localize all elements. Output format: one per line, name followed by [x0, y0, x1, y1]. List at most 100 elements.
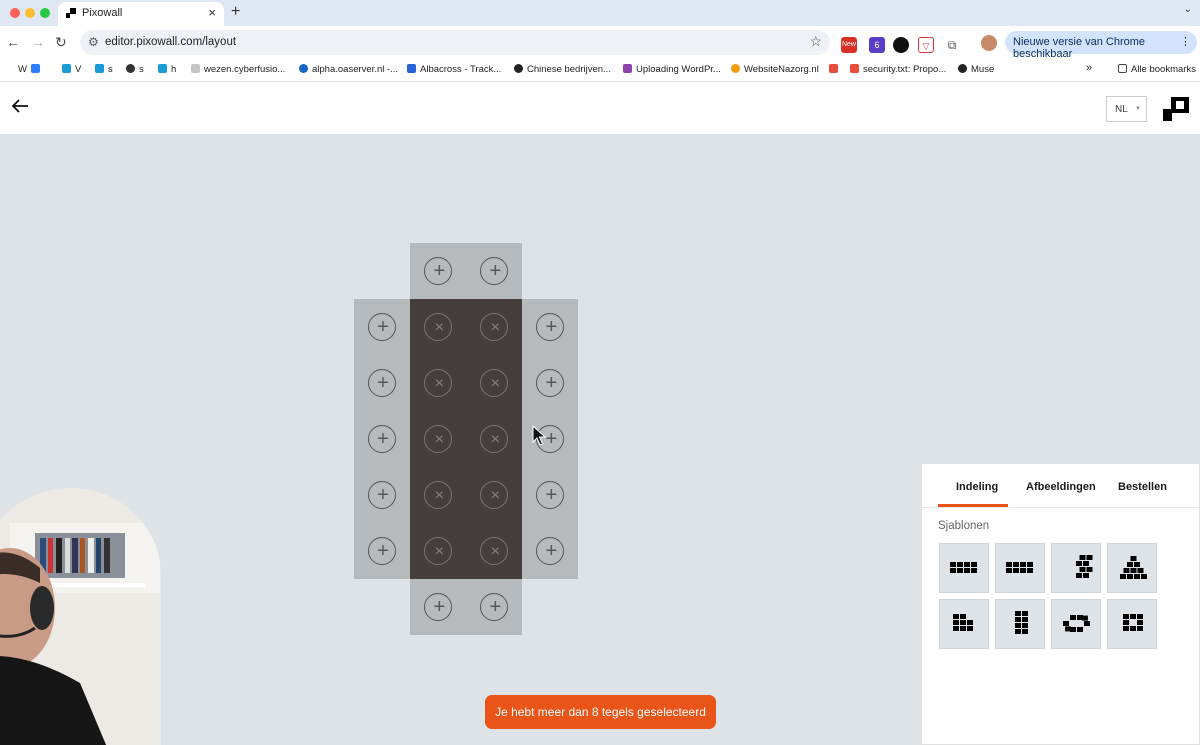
- add-tile-icon[interactable]: +: [536, 537, 565, 565]
- add-tile-icon[interactable]: +: [424, 593, 453, 621]
- close-window-button[interactable]: [10, 8, 20, 18]
- selected-tile[interactable]: ×: [410, 411, 467, 467]
- selected-tile[interactable]: ×: [410, 523, 467, 579]
- empty-tile-slot[interactable]: +: [522, 411, 579, 467]
- bookmark-item[interactable]: s: [126, 64, 144, 75]
- bookmark-item[interactable]: [31, 64, 44, 75]
- bookmark-item[interactable]: WebsiteNazorg.nl: [731, 64, 819, 75]
- selected-tile[interactable]: ×: [410, 299, 467, 355]
- tab-search-icon[interactable]: ⌄: [1184, 4, 1192, 15]
- forward-icon[interactable]: →: [31, 34, 45, 50]
- empty-tile-slot[interactable]: +: [410, 243, 467, 299]
- empty-tile-slot[interactable]: +: [410, 579, 467, 635]
- tab-bestellen[interactable]: Bestellen: [1118, 481, 1167, 493]
- add-tile-icon[interactable]: +: [368, 425, 396, 453]
- template-row-4x2-alt[interactable]: [995, 543, 1045, 593]
- add-tile-icon[interactable]: +: [536, 313, 565, 341]
- empty-tile-slot[interactable]: +: [354, 467, 410, 523]
- address-bar[interactable]: ⚙ editor.pixowall.com/layout ☆: [80, 30, 830, 55]
- empty-tile-slot[interactable]: +: [354, 355, 410, 411]
- add-tile-icon[interactable]: +: [368, 369, 396, 397]
- add-tile-icon[interactable]: +: [480, 257, 509, 285]
- bookmark-item[interactable]: alpha.oaserver.nl -...: [299, 64, 398, 75]
- minimize-window-button[interactable]: [25, 8, 35, 18]
- template-block-3x3[interactable]: [939, 599, 989, 649]
- selected-tile[interactable]: ×: [466, 411, 523, 467]
- template-square-2x3[interactable]: [1107, 599, 1157, 649]
- add-tile-icon[interactable]: +: [424, 257, 453, 285]
- add-tile-icon[interactable]: +: [368, 537, 396, 565]
- url-text[interactable]: editor.pixowall.com/layout: [105, 36, 236, 48]
- bookmark-item[interactable]: Uploading WordPr...: [623, 64, 721, 75]
- empty-tile-slot[interactable]: +: [466, 579, 523, 635]
- template-zigzag[interactable]: [1051, 543, 1101, 593]
- bookmark-star-icon[interactable]: ☆: [809, 33, 822, 50]
- extensions-puzzle-icon[interactable]: ⧉: [944, 37, 960, 53]
- empty-tile-slot[interactable]: +: [522, 523, 579, 579]
- add-tile-icon[interactable]: +: [368, 481, 396, 509]
- profile-avatar[interactable]: [981, 35, 997, 51]
- new-tab-button[interactable]: +: [231, 3, 240, 21]
- chrome-update-button[interactable]: Nieuwe versie van Chrome beschikbaar ⋮: [1005, 31, 1197, 60]
- selected-tile[interactable]: ×: [466, 467, 523, 523]
- language-select[interactable]: NL ▼: [1106, 96, 1147, 122]
- kebab-menu-icon[interactable]: ⋮: [1180, 35, 1191, 48]
- template-column-2x4[interactable]: [995, 599, 1045, 649]
- bookmark-item[interactable]: s: [95, 64, 113, 75]
- browser-tab[interactable]: Pixowall ×: [58, 2, 224, 26]
- selected-tile[interactable]: ×: [466, 523, 523, 579]
- bookmarks-overflow-icon[interactable]: »: [1086, 62, 1092, 74]
- bookmark-item[interactable]: wezen.cyberfusio...: [191, 64, 285, 75]
- bookmark-item[interactable]: Chinese bedrijven...: [514, 64, 611, 75]
- add-tile-icon[interactable]: +: [536, 369, 565, 397]
- tab-indeling[interactable]: Indeling: [956, 481, 998, 493]
- extension-badge-icon[interactable]: 6: [869, 37, 885, 53]
- add-tile-icon[interactable]: +: [480, 593, 509, 621]
- empty-tile-slot[interactable]: +: [354, 411, 410, 467]
- empty-tile-slot[interactable]: +: [522, 299, 579, 355]
- all-bookmarks-button[interactable]: Alle bookmarks: [1118, 64, 1196, 75]
- empty-tile-slot[interactable]: +: [522, 467, 579, 523]
- empty-tile-slot[interactable]: +: [522, 355, 579, 411]
- selected-tile[interactable]: ×: [410, 355, 467, 411]
- add-tile-icon[interactable]: +: [368, 313, 396, 341]
- selected-tile[interactable]: ×: [466, 299, 523, 355]
- empty-tile-slot[interactable]: +: [354, 299, 410, 355]
- tab-close-icon[interactable]: ×: [208, 5, 216, 20]
- tab-afbeeldingen[interactable]: Afbeeldingen: [1026, 481, 1096, 493]
- selected-tile[interactable]: ×: [410, 467, 467, 523]
- extension-circle-icon[interactable]: [893, 37, 909, 53]
- template-ring[interactable]: [1051, 599, 1101, 649]
- remove-tile-icon[interactable]: ×: [480, 369, 509, 397]
- template-pyramid[interactable]: [1107, 543, 1157, 593]
- bookmark-item[interactable]: security.txt: Propo...: [850, 64, 946, 75]
- bookmark-item[interactable]: Albacross - Track...: [407, 64, 501, 75]
- extension-new-icon[interactable]: New: [841, 37, 857, 53]
- pixowall-logo-icon[interactable]: [1163, 97, 1189, 121]
- selected-tile[interactable]: ×: [466, 355, 523, 411]
- add-tile-icon[interactable]: +: [536, 481, 565, 509]
- bookmark-item[interactable]: h: [158, 64, 176, 75]
- site-info-icon[interactable]: ⚙: [88, 35, 99, 49]
- remove-tile-icon[interactable]: ×: [424, 369, 453, 397]
- extension-shield-icon[interactable]: ▽: [918, 37, 934, 53]
- remove-tile-icon[interactable]: ×: [424, 313, 453, 341]
- bookmark-item[interactable]: Muse: [958, 64, 994, 75]
- empty-tile-slot[interactable]: +: [354, 523, 410, 579]
- remove-tile-icon[interactable]: ×: [424, 537, 453, 565]
- remove-tile-icon[interactable]: ×: [480, 481, 509, 509]
- remove-tile-icon[interactable]: ×: [480, 537, 509, 565]
- remove-tile-icon[interactable]: ×: [480, 313, 509, 341]
- remove-tile-icon[interactable]: ×: [424, 425, 453, 453]
- reload-icon[interactable]: ↻: [55, 34, 67, 51]
- back-arrow-icon[interactable]: [10, 96, 30, 116]
- zoom-window-button[interactable]: [40, 8, 50, 18]
- back-icon[interactable]: ←: [6, 34, 20, 50]
- remove-tile-icon[interactable]: ×: [480, 425, 509, 453]
- template-row-4x2[interactable]: [939, 543, 989, 593]
- bookmark-item[interactable]: [829, 64, 842, 75]
- bookmark-item[interactable]: V: [62, 64, 81, 75]
- bookmark-item[interactable]: W: [5, 64, 27, 75]
- empty-tile-slot[interactable]: +: [466, 243, 523, 299]
- remove-tile-icon[interactable]: ×: [424, 481, 453, 509]
